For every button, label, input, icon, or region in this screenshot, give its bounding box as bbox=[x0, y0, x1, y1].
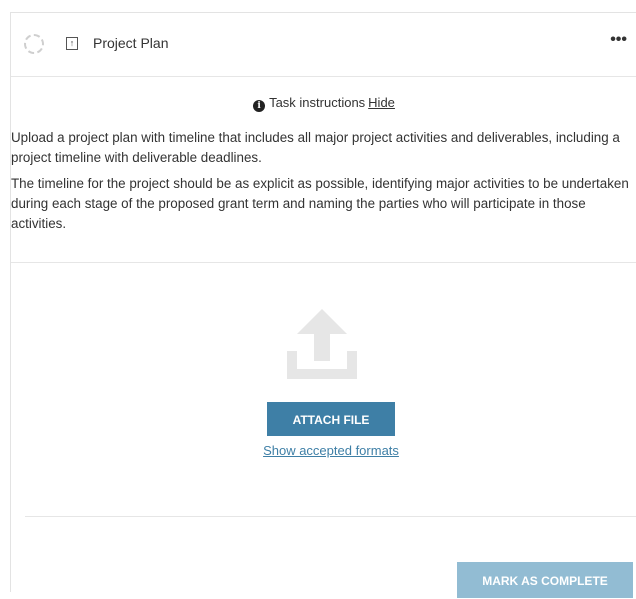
upload-arrow-icon: ↑ bbox=[66, 37, 78, 50]
task-status-circle[interactable] bbox=[24, 34, 44, 54]
instructions-paragraph: Upload a project plan with timeline that… bbox=[11, 130, 620, 165]
hide-instructions-link[interactable]: Hide bbox=[368, 95, 395, 110]
footer-divider bbox=[25, 516, 636, 517]
task-instructions-heading: i Task instructions Hide bbox=[11, 95, 636, 112]
task-card: ↑ Project Plan ••• i Task instructions Hid… bbox=[10, 12, 636, 598]
upload-icon bbox=[287, 309, 357, 379]
mark-as-complete-button[interactable]: MARK AS COMPLETE bbox=[457, 562, 633, 598]
attach-file-button[interactable]: ATTACH FILE bbox=[267, 402, 395, 436]
task-instructions-label: Task instructions bbox=[269, 95, 366, 110]
info-icon: i bbox=[253, 100, 266, 112]
more-options-icon[interactable]: ••• bbox=[610, 31, 627, 49]
task-header: ↑ Project Plan ••• bbox=[11, 13, 636, 77]
task-title: Project Plan bbox=[93, 35, 169, 51]
show-accepted-formats-link[interactable]: Show accepted formats bbox=[11, 443, 636, 458]
instructions-paragraph: The timeline for the project should be a… bbox=[11, 176, 629, 231]
section-divider bbox=[11, 262, 636, 263]
